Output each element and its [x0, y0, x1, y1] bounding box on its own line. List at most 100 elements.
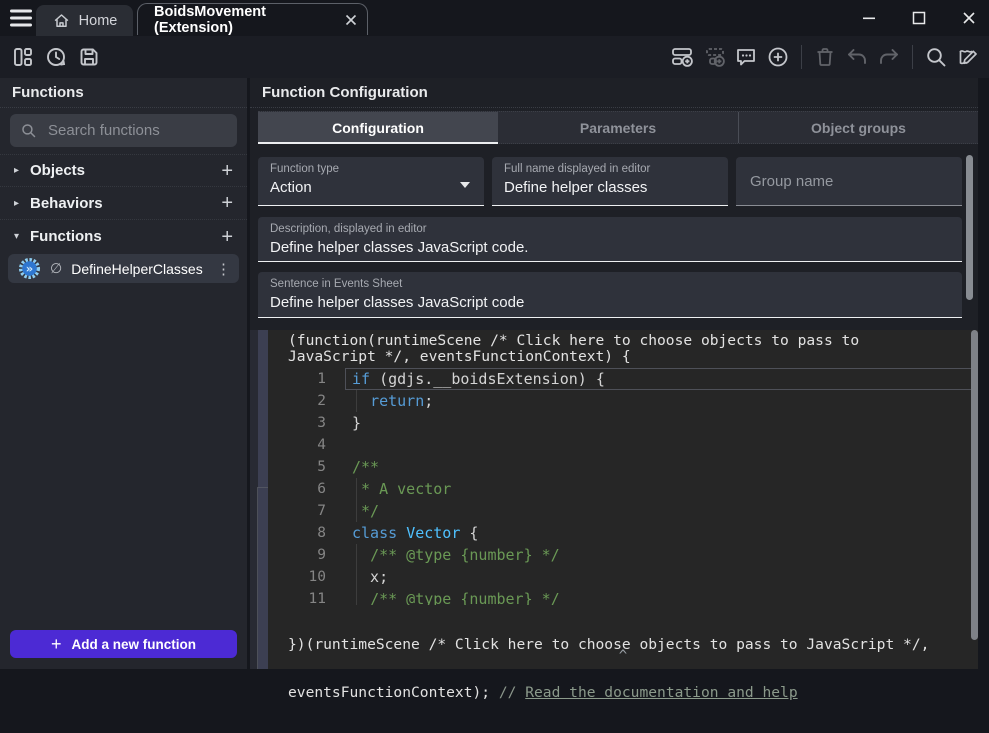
add-new-function-button[interactable]: + Add a new function	[10, 630, 237, 658]
description-label: Description, displayed in editor	[270, 223, 950, 235]
add-behavior-button[interactable]: +	[221, 193, 233, 213]
code-line[interactable]: 1if (gdjs.__boidsExtension) {	[268, 368, 978, 390]
line-number: 11	[268, 588, 326, 605]
description-input[interactable]: Description, displayed in editor Define …	[258, 217, 962, 262]
tab-close-icon[interactable]	[345, 14, 357, 26]
window-minimize-icon[interactable]	[860, 10, 877, 27]
section-behaviors-label: Behaviors	[30, 195, 221, 212]
line-code: return;	[326, 390, 433, 412]
js-wrapper-bottom-code: eventsFunctionContext);	[288, 684, 499, 701]
search-icon[interactable]	[924, 45, 948, 69]
home-icon	[52, 12, 71, 30]
add-function-plus-button[interactable]: +	[221, 227, 233, 247]
code-editor[interactable]: 1if (gdjs.__boidsExtension) {2 return;3}…	[268, 368, 978, 605]
code-line[interactable]: 9 /** @type {number} */	[268, 544, 978, 566]
edit-extension-icon[interactable]	[956, 45, 980, 69]
function-type-label: Function type	[270, 163, 472, 175]
toolbar-divider	[912, 45, 913, 69]
toolbar-left-group	[11, 45, 101, 69]
line-number: 1	[268, 368, 326, 390]
configuration-scrollbar[interactable]	[966, 155, 973, 300]
sidebar-section-functions[interactable]: ▾ Functions +	[0, 220, 247, 253]
js-code-event: (function(runtimeScene /* Click here to …	[268, 330, 978, 669]
save-icon[interactable]	[77, 45, 101, 69]
tab-home[interactable]: Home	[36, 5, 133, 36]
code-line[interactable]: 10 x;	[268, 566, 978, 588]
events-scrollbar[interactable]	[971, 330, 978, 640]
configuration-tabs: Configuration Parameters Object groups	[258, 111, 978, 144]
add-comment-icon[interactable]	[734, 45, 758, 69]
code-line[interactable]: 3}	[268, 412, 978, 434]
full-name-input[interactable]: Full name displayed in editor Define hel…	[492, 157, 728, 206]
redo-icon[interactable]	[877, 45, 901, 69]
line-code: if (gdjs.__boidsExtension) {	[326, 368, 605, 390]
add-new-function-label: Add a new function	[72, 637, 197, 652]
group-name-input[interactable]	[748, 172, 950, 191]
code-line[interactable]: 4	[268, 434, 978, 456]
line-number: 2	[268, 390, 326, 412]
tab-object-groups-label: Object groups	[811, 120, 906, 136]
search-functions-box[interactable]	[10, 114, 237, 147]
add-circle-icon[interactable]	[766, 45, 790, 69]
window-maximize-icon[interactable]	[910, 10, 927, 27]
group-name-field[interactable]	[736, 157, 962, 206]
chevron-down-icon[interactable]: ▾	[14, 231, 30, 242]
toolbar-divider	[801, 45, 802, 69]
version-history-icon[interactable]	[44, 45, 68, 69]
code-line[interactable]: 2 return;	[268, 390, 978, 412]
sidebar-section-objects[interactable]: ▸ Objects +	[0, 154, 247, 187]
sidebar-section-behaviors[interactable]: ▸ Behaviors +	[0, 187, 247, 220]
code-line[interactable]: 6 * A vector	[268, 478, 978, 500]
line-code: /** @type {number} */	[326, 588, 560, 605]
editor-resize-caret[interactable]: ^	[619, 648, 627, 664]
line-number: 4	[268, 434, 326, 456]
line-code	[326, 434, 352, 456]
line-code: x;	[326, 566, 388, 588]
js-wrapper-top[interactable]: (function(runtimeScene /* Click here to …	[288, 333, 913, 365]
chevron-right-icon[interactable]: ▸	[14, 165, 30, 176]
code-line[interactable]: 8class Vector {	[268, 522, 978, 544]
search-icon	[20, 122, 37, 139]
code-line[interactable]: 5/**	[268, 456, 978, 478]
line-code: /**	[326, 456, 379, 478]
documentation-link[interactable]: Read the documentation and help	[525, 684, 797, 701]
window-close-icon[interactable]	[960, 10, 977, 27]
tab-boidsmovement[interactable]: BoidsMovement (Extension)	[137, 3, 368, 35]
dropdown-arrow-icon	[460, 182, 470, 188]
code-line[interactable]: 7 */	[268, 500, 978, 522]
function-item-definehelperclasses[interactable]: » ∅ DefineHelperClasses ⋮	[8, 254, 239, 283]
titlebar: Home BoidsMovement (Extension)	[0, 0, 989, 36]
function-gear-icon: »	[18, 257, 41, 280]
search-functions-input[interactable]	[46, 121, 227, 140]
tab-object-groups[interactable]: Object groups	[738, 112, 978, 143]
sentence-label: Sentence in Events Sheet	[270, 278, 950, 290]
js-wrapper-bottom-line2: eventsFunctionContext); // Read the docu…	[288, 685, 978, 701]
undo-icon[interactable]	[845, 45, 869, 69]
line-code: * A vector	[326, 478, 451, 500]
js-wrapper-bottom[interactable]: })(runtimeScene /* Click here to choose …	[288, 605, 978, 733]
code-line[interactable]: 11 /** @type {number} */	[268, 588, 978, 605]
section-objects-label: Objects	[30, 162, 221, 179]
tab-configuration[interactable]: Configuration	[258, 112, 498, 143]
full-name-value: Define helper classes	[504, 179, 716, 196]
delete-icon[interactable]	[813, 45, 837, 69]
hamburger-menu-icon[interactable]	[9, 7, 33, 29]
app-window: Home BoidsMovement (Extension)	[0, 0, 989, 669]
section-functions-label: Functions	[30, 228, 221, 245]
js-wrapper-bottom-line1: })(runtimeScene /* Click here to choose …	[288, 637, 978, 653]
function-configuration-panel: Function Configuration Configuration Par…	[250, 78, 978, 669]
tab-parameters[interactable]: Parameters	[498, 112, 738, 143]
project-manager-icon[interactable]	[11, 45, 35, 69]
function-item-label: DefineHelperClasses	[71, 261, 207, 277]
sentence-input[interactable]: Sentence in Events Sheet Define helper c…	[258, 272, 962, 318]
chevron-right-icon[interactable]: ▸	[14, 198, 30, 209]
add-object-button[interactable]: +	[221, 161, 233, 181]
add-subevent-icon[interactable]	[702, 45, 726, 69]
line-number: 6	[268, 478, 326, 500]
tab-home-label: Home	[79, 13, 118, 29]
add-event-icon[interactable]	[670, 45, 694, 69]
kebab-menu-icon[interactable]: ⋮	[216, 260, 231, 278]
window-controls	[860, 0, 977, 36]
line-number: 3	[268, 412, 326, 434]
function-type-select[interactable]: Function type Action	[258, 157, 484, 206]
